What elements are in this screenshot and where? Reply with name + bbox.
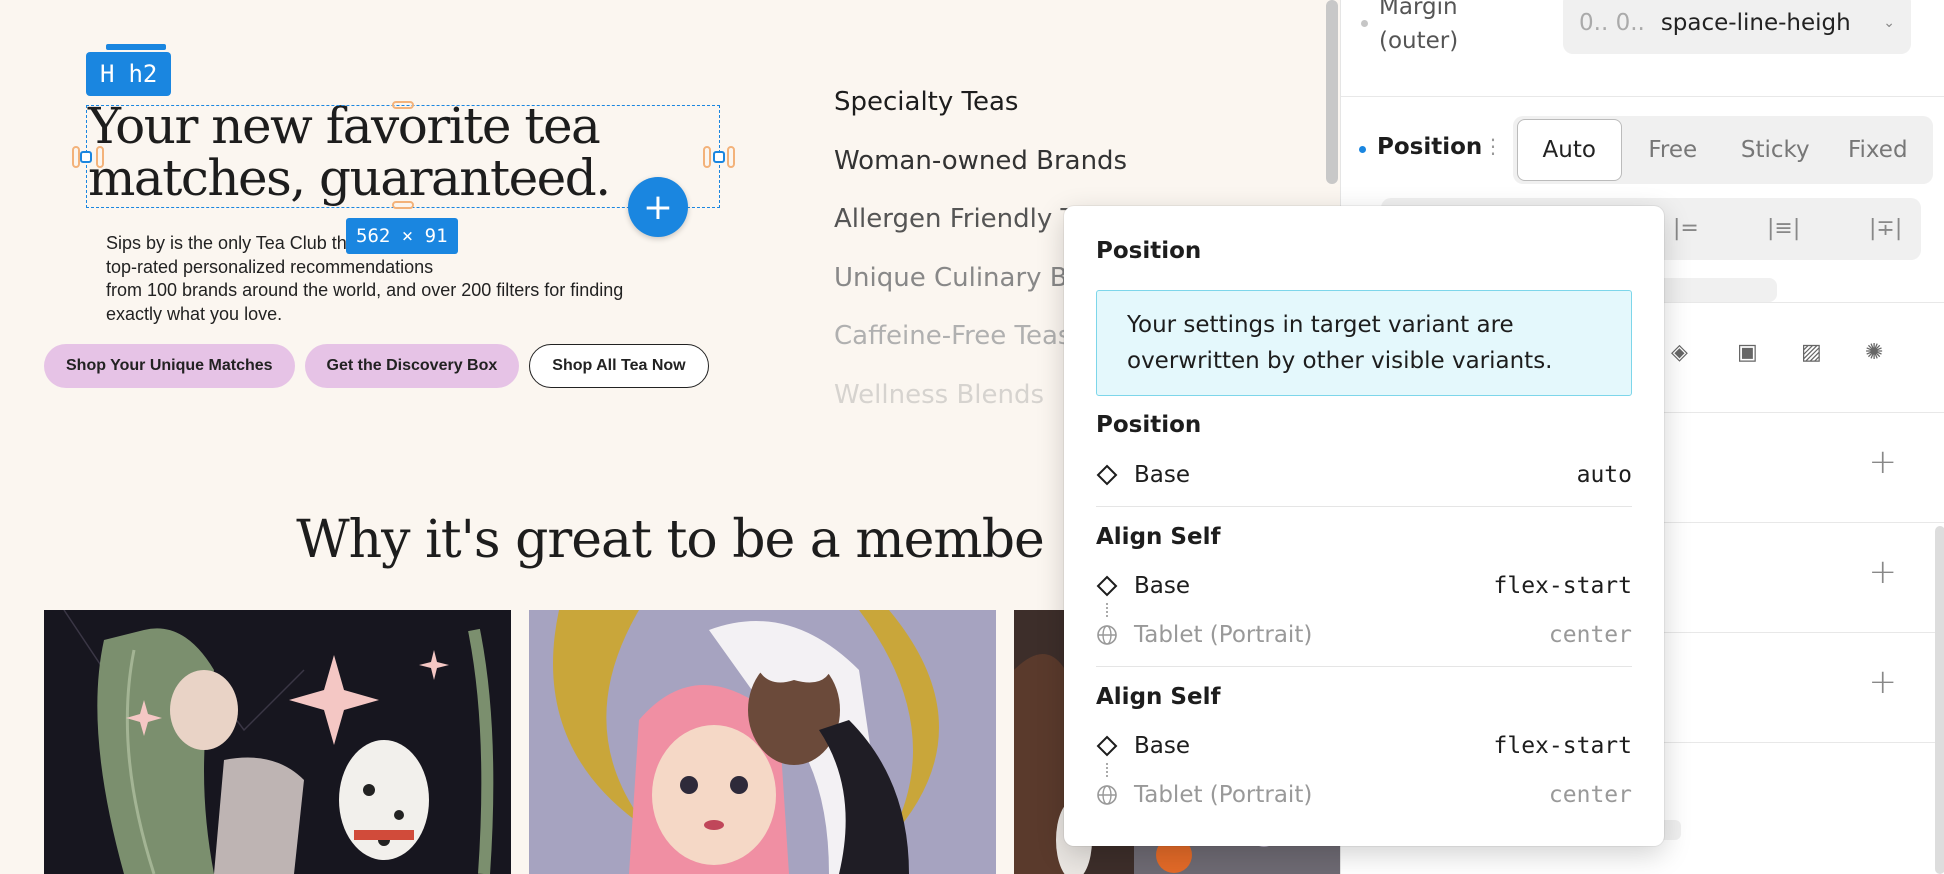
position-label[interactable]: Position xyxy=(1377,134,1482,160)
divider xyxy=(1096,666,1632,667)
position-option-auto[interactable]: Auto xyxy=(1517,119,1622,181)
variant-row: Tablet (Portrait) center xyxy=(1096,615,1632,655)
align-stretch-icon[interactable]: |∓| xyxy=(1869,216,1902,241)
diamond-icon xyxy=(1096,735,1118,757)
member-image-1 xyxy=(44,610,511,874)
divider xyxy=(1096,506,1632,507)
variant-name: Base xyxy=(1134,462,1191,488)
member-image-2 xyxy=(529,610,996,874)
group-title: Align Self xyxy=(1096,684,1221,710)
add-icon[interactable]: + xyxy=(1869,552,1898,592)
tag-indicator xyxy=(106,44,166,50)
canvas-scrollbar[interactable] xyxy=(1326,0,1338,184)
image-icon[interactable]: ▣ xyxy=(1737,340,1758,365)
resize-handle-left[interactable] xyxy=(80,151,92,163)
hero-subtext: Sips by is the only Tea Club th top-rate… xyxy=(106,233,624,324)
add-icon[interactable]: + xyxy=(1869,442,1898,482)
position-option-free[interactable]: Free xyxy=(1622,120,1725,180)
add-element-button[interactable]: + xyxy=(628,177,688,237)
variant-value: center xyxy=(1548,622,1632,648)
position-option-sticky[interactable]: Sticky xyxy=(1724,120,1827,180)
margin-token-value: space-line-heigh xyxy=(1660,10,1851,36)
diamond-icon xyxy=(1096,464,1118,486)
variant-value: flex-start xyxy=(1493,573,1632,599)
blur-icon[interactable]: ✺ xyxy=(1865,340,1883,365)
discovery-box-button[interactable]: Get the Discovery Box xyxy=(304,344,520,388)
resize-handle-right[interactable] xyxy=(713,151,725,163)
variant-row: Base auto xyxy=(1096,455,1632,495)
margin-value-input[interactable]: 0.. 0.. space-line-heigh ⌄ xyxy=(1563,0,1911,54)
heading-icon: H xyxy=(100,60,115,88)
margin-placeholder: 0.. 0.. xyxy=(1579,10,1645,36)
more-vertical-icon[interactable]: ⋮ xyxy=(1483,134,1503,158)
align-start-icon[interactable]: |= xyxy=(1673,216,1699,241)
variant-value: center xyxy=(1548,782,1632,808)
override-notice: Your settings in target variant are over… xyxy=(1096,290,1632,396)
category-item[interactable]: Specialty Teas xyxy=(834,80,1127,139)
margin-indicator-dot xyxy=(1361,20,1368,27)
padding-handle-bottom[interactable] xyxy=(392,201,414,209)
add-icon[interactable]: + xyxy=(1869,662,1898,702)
position-set-indicator xyxy=(1359,146,1366,153)
globe-icon xyxy=(1097,625,1117,645)
element-tag[interactable]: H h2 xyxy=(86,52,172,96)
element-tag-label: h2 xyxy=(128,60,158,88)
position-control-row: Position ⋮ Auto Free Sticky Fixed xyxy=(1341,112,1944,184)
popover-title: Position xyxy=(1096,238,1202,264)
category-item[interactable]: Woman-owned Brands xyxy=(834,139,1127,198)
globe-icon xyxy=(1097,785,1117,805)
variant-name: Tablet (Portrait) xyxy=(1134,782,1313,808)
position-segmented-control: Auto Free Sticky Fixed xyxy=(1513,116,1933,184)
variant-name: Tablet (Portrait) xyxy=(1134,622,1313,648)
variant-row: Base flex-start xyxy=(1096,566,1632,606)
chevron-down-icon[interactable]: ⌄ xyxy=(1883,15,1895,31)
variant-value: auto xyxy=(1576,462,1632,488)
align-center-icon[interactable]: |≡| xyxy=(1767,216,1800,241)
position-info-popover: Position Your settings in target variant… xyxy=(1064,206,1664,846)
variant-value: flex-start xyxy=(1493,733,1632,759)
shop-matches-button[interactable]: Shop Your Unique Matches xyxy=(44,344,295,388)
margin-handle-right[interactable] xyxy=(727,146,735,168)
variant-row: Base flex-start xyxy=(1096,726,1632,766)
gradient-icon[interactable]: ▨ xyxy=(1801,340,1822,365)
padding-handle-left[interactable] xyxy=(72,146,80,168)
group-title: Align Self xyxy=(1096,524,1221,550)
variant-row: Tablet (Portrait) center xyxy=(1096,775,1632,815)
shop-all-button[interactable]: Shop All Tea Now xyxy=(529,344,709,388)
padding-handle-right[interactable] xyxy=(703,146,711,168)
diamond-icon xyxy=(1096,575,1118,597)
group-title: Position xyxy=(1096,412,1202,438)
margin-handle-left[interactable] xyxy=(96,146,104,168)
padding-handle-top[interactable] xyxy=(392,101,414,109)
variant-name: Base xyxy=(1134,573,1191,599)
paint-bucket-icon[interactable]: ◈ xyxy=(1671,340,1688,365)
variant-name: Base xyxy=(1134,733,1191,759)
margin-label: Margin (outer) xyxy=(1379,0,1459,54)
selection-outline xyxy=(86,105,720,208)
position-option-fixed[interactable]: Fixed xyxy=(1827,120,1930,180)
panel-scrollbar[interactable] xyxy=(1935,526,1944,874)
margin-control-row: Margin (outer) 0.. 0.. space-line-heigh … xyxy=(1341,0,1944,97)
